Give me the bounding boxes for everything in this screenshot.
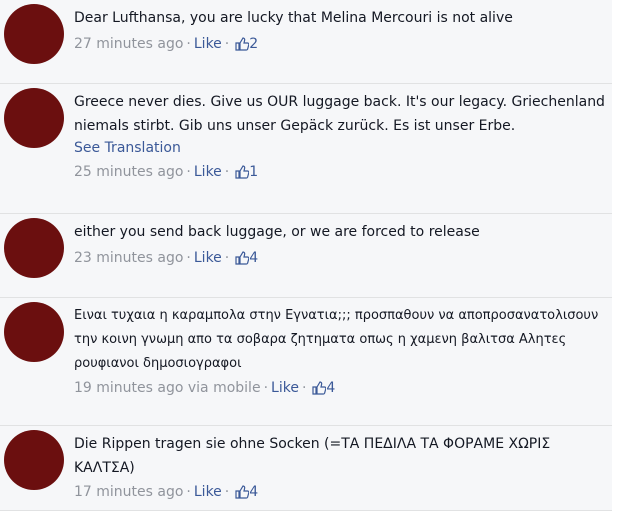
comment-feed: Dear Lufthansa, you are lucky that Melin… xyxy=(0,0,620,511)
comment-text: Greece never dies. Give us OUR luggage b… xyxy=(74,91,608,137)
thumbs-up-icon[interactable] xyxy=(235,484,250,506)
see-translation-link[interactable]: See Translation xyxy=(74,137,608,159)
thumbs-up-icon[interactable] xyxy=(312,380,327,402)
comment-text: Ειναι τυχαια η καραμπολα στην Εγνατια;;;… xyxy=(74,305,608,375)
comment-content: Die Rippen tragen sie ohne Socken (=ΤΑ Π… xyxy=(74,433,608,506)
comment-5: Die Rippen tragen sie ohne Socken (=ΤΑ Π… xyxy=(0,426,612,511)
comment-text: Dear Lufthansa, you are lucky that Melin… xyxy=(74,7,608,31)
timestamp[interactable]: 25 minutes ago xyxy=(74,164,183,180)
via-mobile: via mobile xyxy=(187,380,261,396)
avatar[interactable] xyxy=(4,4,64,64)
like-button[interactable]: Like xyxy=(194,484,222,500)
comment-content: Ειναι τυχαια η καραμπολα στην Εγνατια;;;… xyxy=(74,305,608,402)
comment-meta: 19 minutes ago via mobile · Like · 4 xyxy=(74,377,608,402)
comment-4: Ειναι τυχαια η καραμπολα στην Εγνατια;;;… xyxy=(0,298,612,426)
comment-body: either you send back xyxy=(74,224,222,240)
like-count[interactable]: 2 xyxy=(249,36,258,52)
like-button[interactable]: Like xyxy=(194,36,222,52)
comment-content: either you send back luggage, or we are … xyxy=(74,221,608,272)
comment-meta: 23 minutes ago · Like · 4 xyxy=(74,247,608,272)
comment-content: Dear Lufthansa, you are lucky that Melin… xyxy=(74,7,608,58)
like-count[interactable]: 4 xyxy=(249,484,258,500)
comment-2: Greece never dies. Give us OUR luggage b… xyxy=(0,84,612,214)
timestamp[interactable]: 17 minutes ago xyxy=(74,484,183,500)
comment-content: Greece never dies. Give us OUR luggage b… xyxy=(74,91,608,186)
comment-body: luggage, or we are forced to release xyxy=(225,224,480,240)
timestamp[interactable]: 23 minutes ago xyxy=(74,250,183,266)
avatar[interactable] xyxy=(4,430,64,490)
thumbs-up-icon[interactable] xyxy=(235,164,250,186)
like-count[interactable]: 4 xyxy=(326,380,335,396)
thumbs-up-icon[interactable] xyxy=(235,36,250,58)
like-button[interactable]: Like xyxy=(271,380,299,396)
comment-text: Die Rippen tragen sie ohne Socken (=ΤΑ Π… xyxy=(74,433,608,479)
thumbs-up-icon[interactable] xyxy=(235,250,250,272)
comment-meta: 17 minutes ago · Like · 4 xyxy=(74,481,608,506)
like-button[interactable]: Like xyxy=(194,250,222,266)
comment-body: Dear Lufthansa, you are lucky that Melin… xyxy=(74,10,513,26)
comment-text: either you send back luggage, or we are … xyxy=(74,221,608,245)
avatar[interactable] xyxy=(4,88,64,148)
comment-3: either you send back luggage, or we are … xyxy=(0,214,612,298)
like-button[interactable]: Like xyxy=(194,164,222,180)
avatar[interactable] xyxy=(4,218,64,278)
comment-body: Die Rippen tragen sie ohne Socken (=ΤΑ Π… xyxy=(74,436,551,476)
avatar[interactable] xyxy=(4,302,64,362)
comment-meta: 25 minutes ago · Like · 1 xyxy=(74,161,608,186)
like-count[interactable]: 1 xyxy=(249,164,258,180)
comment-body: Greece never dies. Give us OUR luggage b… xyxy=(74,94,605,134)
timestamp[interactable]: 19 minutes ago xyxy=(74,380,183,396)
timestamp[interactable]: 27 minutes ago xyxy=(74,36,183,52)
like-count[interactable]: 4 xyxy=(249,250,258,266)
comment-1: Dear Lufthansa, you are lucky that Melin… xyxy=(0,0,612,84)
comment-meta: 27 minutes ago · Like · 2 xyxy=(74,33,608,58)
